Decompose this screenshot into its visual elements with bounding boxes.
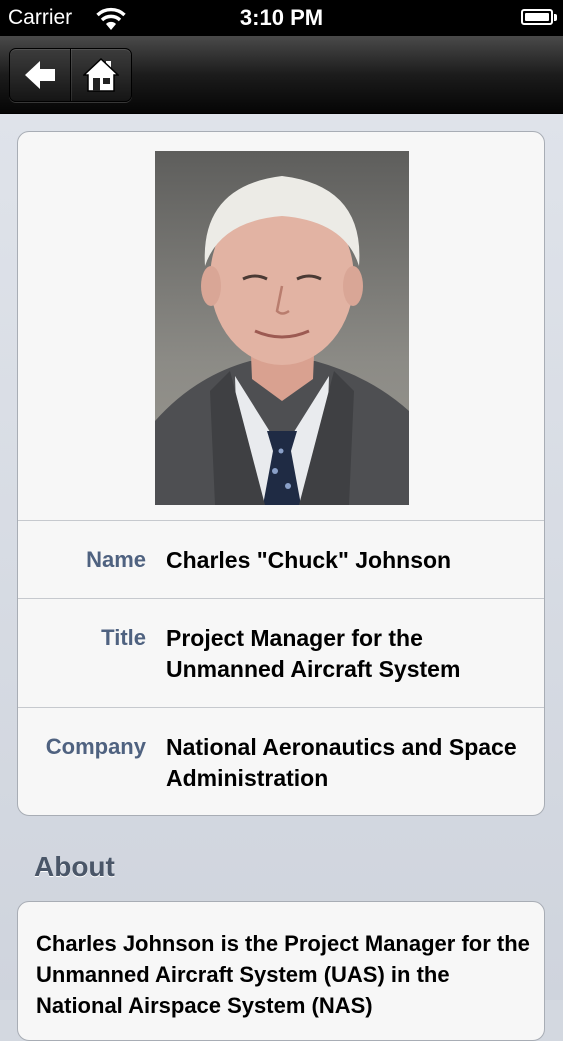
back-button[interactable] [10,49,70,101]
clock: 3:10 PM [239,5,324,30]
about-card: Charles Johnson is the Project Manager f… [17,901,545,1041]
battery-tip [554,14,557,21]
back-arrow-icon [25,61,55,89]
status-bar: Carrier 3:10 PM [0,0,563,36]
field-row-name: Name Charles "Chuck" Johnson [18,521,544,599]
navigation-bar [0,36,563,114]
portrait-illustration [155,176,409,505]
home-button[interactable] [70,49,131,101]
battery-icon [521,9,553,25]
profile-card: Name Charles "Chuck" Johnson Title Proje… [17,131,545,816]
field-row-company: Company National Aeronautics and Space A… [18,708,544,815]
about-text: Charles Johnson is the Project Manager f… [36,931,530,1018]
field-label-title: Title [101,625,146,650]
profile-photo [155,151,409,505]
field-value-title: Project Manager for the Unmanned Aircraf… [166,625,461,682]
field-row-title: Title Project Manager for the Unmanned A… [18,599,544,708]
field-value-name: Charles "Chuck" Johnson [166,547,452,573]
field-label-name: Name [86,547,146,572]
photo-section [18,132,544,521]
nav-button-group [9,48,132,102]
field-label-company: Company [45,734,146,759]
field-value-company: National Aeronautics and Space Administr… [166,734,517,791]
about-heading: About [34,851,115,882]
home-icon [83,57,119,92]
